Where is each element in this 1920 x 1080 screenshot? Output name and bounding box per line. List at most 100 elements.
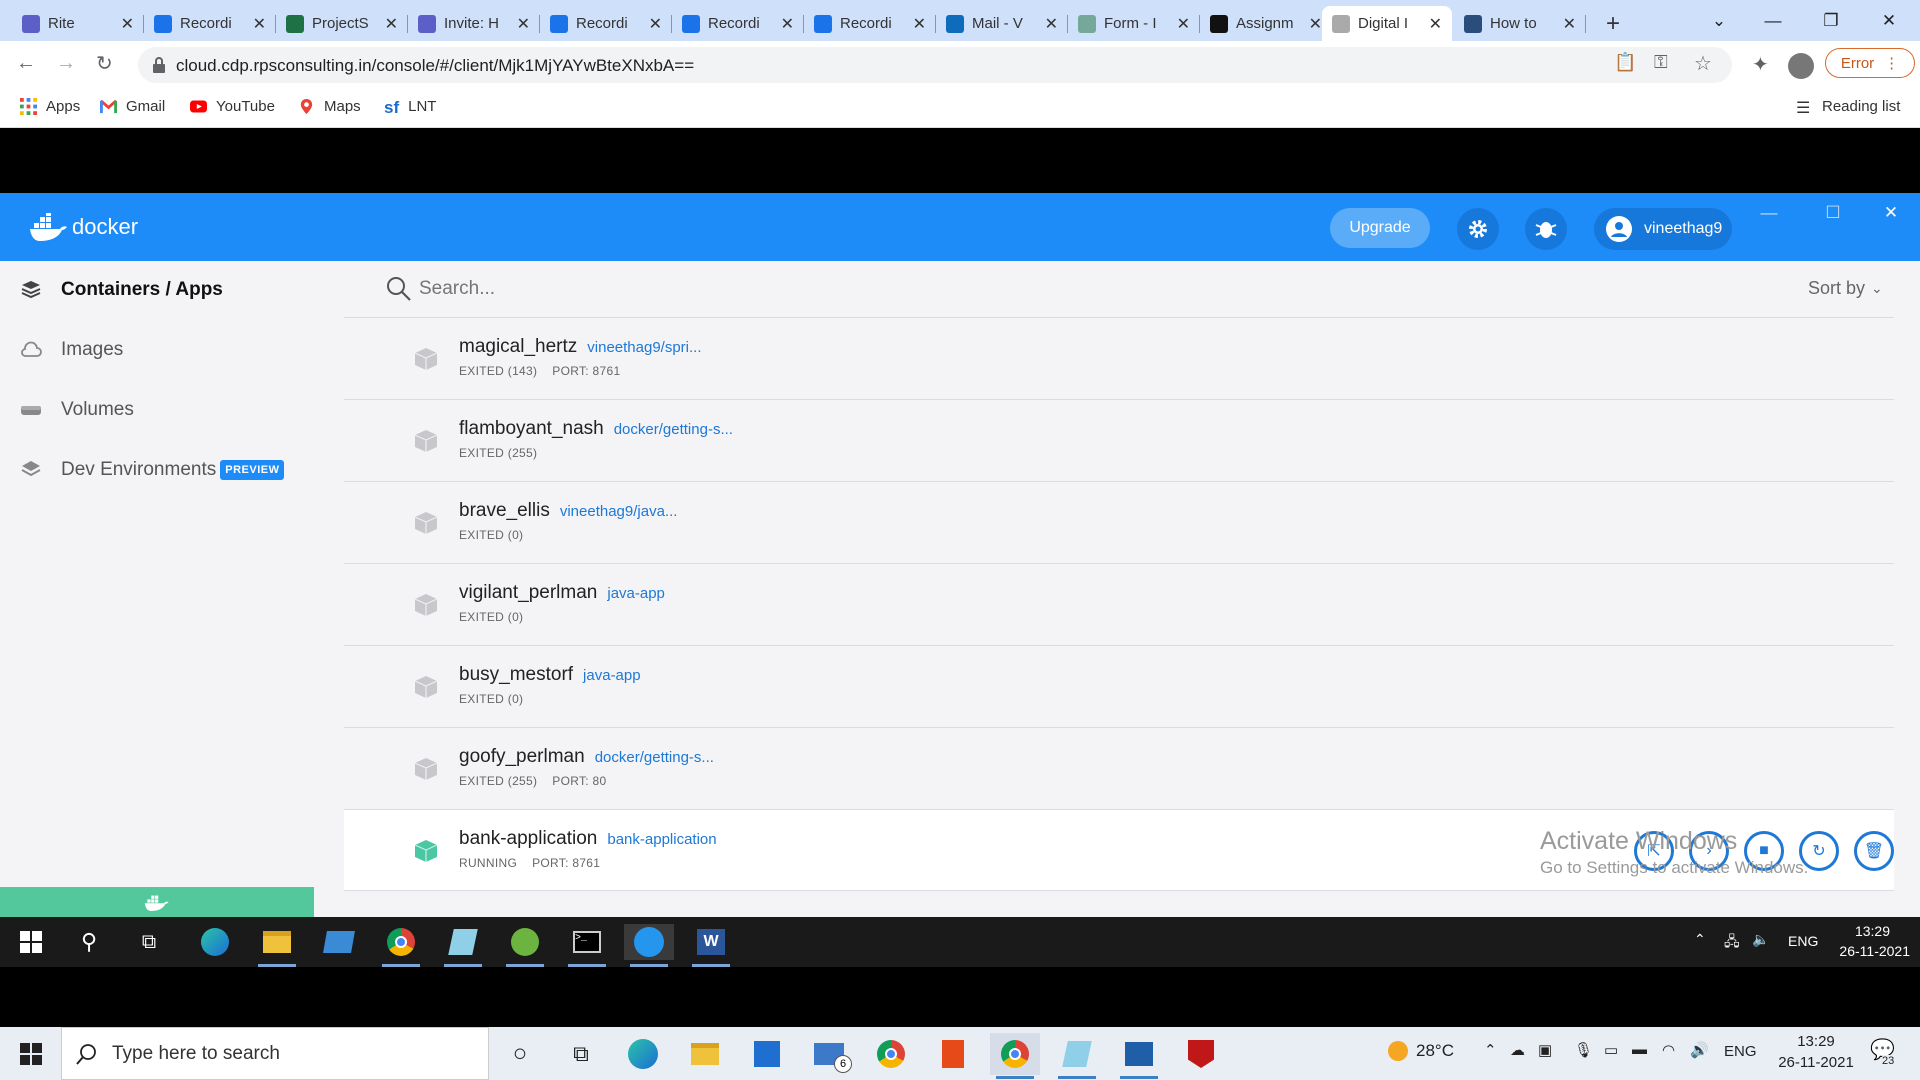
remote-edge-icon[interactable] — [190, 924, 240, 960]
close-tab-icon[interactable]: ✕ — [385, 14, 398, 34]
onedrive-icon[interactable]: ☁ — [1510, 1041, 1525, 1059]
browser-tab[interactable]: How to ✕ — [1454, 6, 1586, 41]
remote-docker-icon[interactable] — [624, 924, 674, 967]
sidebar-item-containers[interactable]: Containers / Apps — [20, 279, 223, 301]
troubleshoot-button[interactable] — [1525, 208, 1567, 250]
camera-icon[interactable]: ▣ — [1538, 1041, 1552, 1059]
remote-file-explorer-icon[interactable] — [252, 924, 302, 967]
remote-network-icon[interactable]: 🖧 — [1724, 931, 1740, 955]
container-image-link[interactable]: java-app — [583, 667, 641, 684]
task-view-icon[interactable]: ⧉ — [556, 1033, 606, 1075]
bookmark-apps[interactable]: Apps — [20, 98, 80, 115]
notification-center-button[interactable]: 💬 23 — [1870, 1037, 1897, 1067]
file-explorer-icon[interactable] — [680, 1033, 730, 1075]
browser-tab[interactable]: Rite ✕ — [12, 6, 144, 41]
browser-tab[interactable]: Mail - V ✕ — [936, 6, 1068, 41]
new-tab-button[interactable]: + — [1596, 6, 1630, 41]
cortana-icon[interactable]: ○ — [495, 1033, 545, 1075]
settings-button[interactable] — [1457, 208, 1499, 250]
remote-clock[interactable]: 13:29 26-11-2021 — [1832, 923, 1910, 959]
container-row[interactable]: goofy_perlman docker/getting-s... EXITED (… — [344, 727, 1894, 809]
restore-window-button[interactable]: ❐ — [1802, 0, 1860, 41]
system-clock[interactable]: 13:29 26-11-2021 — [1770, 1033, 1862, 1071]
user-account-button[interactable]: vineethag9 — [1594, 208, 1732, 250]
language-indicator[interactable]: ENG — [1724, 1043, 1757, 1060]
back-icon[interactable]: ← — [16, 52, 36, 75]
extensions-icon[interactable]: ✦ — [1752, 52, 1769, 77]
docker-close-button[interactable]: ✕ — [1862, 193, 1920, 233]
remote-language-indicator[interactable]: ENG — [1788, 933, 1818, 949]
remote-terminal-icon[interactable]: >_ — [562, 924, 612, 967]
minimize-window-button[interactable]: — — [1744, 0, 1802, 41]
start-button[interactable] — [6, 1033, 56, 1075]
close-window-button[interactable]: ✕ — [1860, 0, 1918, 41]
store-icon[interactable] — [742, 1033, 792, 1075]
bookmark-star-icon[interactable]: ☆ — [1694, 51, 1712, 76]
container-name[interactable]: vigilant_perlman — [459, 582, 597, 603]
notes-icon[interactable] — [1052, 1033, 1102, 1079]
close-tab-icon[interactable]: ✕ — [1309, 14, 1322, 34]
container-image-link[interactable]: vineethag9/spri... — [587, 339, 701, 356]
clipboard-icon[interactable]: 📋 — [1614, 52, 1636, 73]
sidebar-item-images[interactable]: Images — [20, 339, 123, 361]
container-row[interactable]: flamboyant_nash docker/getting-s... EXITED… — [344, 399, 1894, 481]
upgrade-button[interactable]: Upgrade — [1330, 208, 1430, 248]
weather-widget[interactable]: 28°C — [1388, 1041, 1454, 1061]
search-input[interactable] — [419, 269, 1419, 309]
bookmark-maps[interactable]: Maps — [298, 98, 361, 115]
close-tab-icon[interactable]: ✕ — [649, 14, 662, 34]
browser-tab[interactable]: Assignm ✕ — [1200, 6, 1332, 41]
close-tab-icon[interactable]: ✕ — [1045, 14, 1058, 34]
browser-tab[interactable]: Recordi ✕ — [540, 6, 672, 41]
browser-tab[interactable]: Form - I ✕ — [1068, 6, 1200, 41]
browser-tab[interactable]: Invite: H ✕ — [408, 6, 540, 41]
remote-search-icon[interactable]: ⚲ — [64, 924, 114, 960]
delete-button[interactable]: 🗑 — [1854, 831, 1894, 871]
display-icon[interactable]: ▭ — [1604, 1041, 1618, 1059]
sort-by-dropdown[interactable]: Sort by ⌄ — [1808, 278, 1883, 299]
reading-list[interactable]: ☰ Reading list — [1796, 98, 1900, 117]
browser-tab[interactable]: Recordi ✕ — [672, 6, 804, 41]
address-bar[interactable]: cloud.cdp.rpsconsulting.in/console/#/cli… — [138, 47, 1732, 83]
container-name[interactable]: bank-application — [459, 828, 597, 849]
container-name[interactable]: flamboyant_nash — [459, 418, 604, 439]
office-icon[interactable] — [928, 1033, 978, 1075]
sidebar-item-dev-environments[interactable]: Dev Environments PREVIEW — [20, 459, 285, 481]
remote-tray-chevron-icon[interactable]: ⌃ — [1694, 931, 1706, 948]
wifi-icon[interactable]: ◠ — [1662, 1041, 1675, 1059]
container-name[interactable]: brave_ellis — [459, 500, 550, 521]
docker-minimize-button[interactable]: — — [1740, 193, 1798, 233]
container-name[interactable]: goofy_perlman — [459, 746, 585, 767]
chrome-icon[interactable] — [866, 1033, 916, 1075]
profile-avatar[interactable] — [1788, 53, 1814, 79]
speaker-icon[interactable]: 🔊 — [1690, 1041, 1709, 1059]
error-button[interactable]: Error ⋮ — [1825, 48, 1915, 78]
remote-app-icon[interactable] — [314, 924, 364, 960]
remote-task-view-icon[interactable]: ⧉ — [124, 924, 174, 960]
key-icon[interactable]: ⚿ — [1654, 52, 1668, 73]
battery-icon[interactable]: ▬ — [1632, 1041, 1647, 1058]
browser-tab[interactable]: Recordi ✕ — [804, 6, 936, 41]
tray-chevron-icon[interactable]: ⌃ — [1484, 1041, 1497, 1059]
taskbar-search-box[interactable]: Type here to search — [61, 1027, 489, 1080]
remote-word-icon[interactable]: W — [686, 924, 736, 967]
container-name[interactable]: magical_hertz — [459, 336, 577, 357]
container-image-link[interactable]: docker/getting-s... — [595, 749, 714, 766]
bookmark-gmail[interactable]: Gmail — [100, 98, 165, 115]
close-tab-icon[interactable]: ✕ — [517, 14, 530, 34]
remote-volume-icon[interactable]: 🔈 — [1752, 931, 1769, 948]
container-image-link[interactable]: bank-application — [607, 831, 716, 848]
bookmark-youtube[interactable]: YouTube — [190, 98, 275, 115]
container-row[interactable]: magical_hertz vineethag9/spri... EXITED (1… — [344, 317, 1894, 399]
container-name[interactable]: busy_mestorf — [459, 664, 573, 685]
close-tab-icon[interactable]: ✕ — [121, 14, 134, 34]
reload-icon[interactable]: ↻ — [96, 51, 113, 76]
microphone-icon[interactable]: 🎙 — [1574, 1041, 1593, 1059]
close-tab-icon[interactable]: ✕ — [1563, 14, 1576, 34]
container-row[interactable]: vigilant_perlman java-app EXITED (0) — [344, 563, 1894, 645]
docker-status-bar[interactable] — [0, 887, 314, 917]
mcafee-icon[interactable] — [1176, 1033, 1226, 1075]
close-tab-icon[interactable]: ✕ — [1177, 14, 1190, 34]
docker-maximize-button[interactable]: ☐ — [1804, 193, 1862, 233]
browser-tab[interactable]: ProjectS ✕ — [276, 6, 408, 41]
